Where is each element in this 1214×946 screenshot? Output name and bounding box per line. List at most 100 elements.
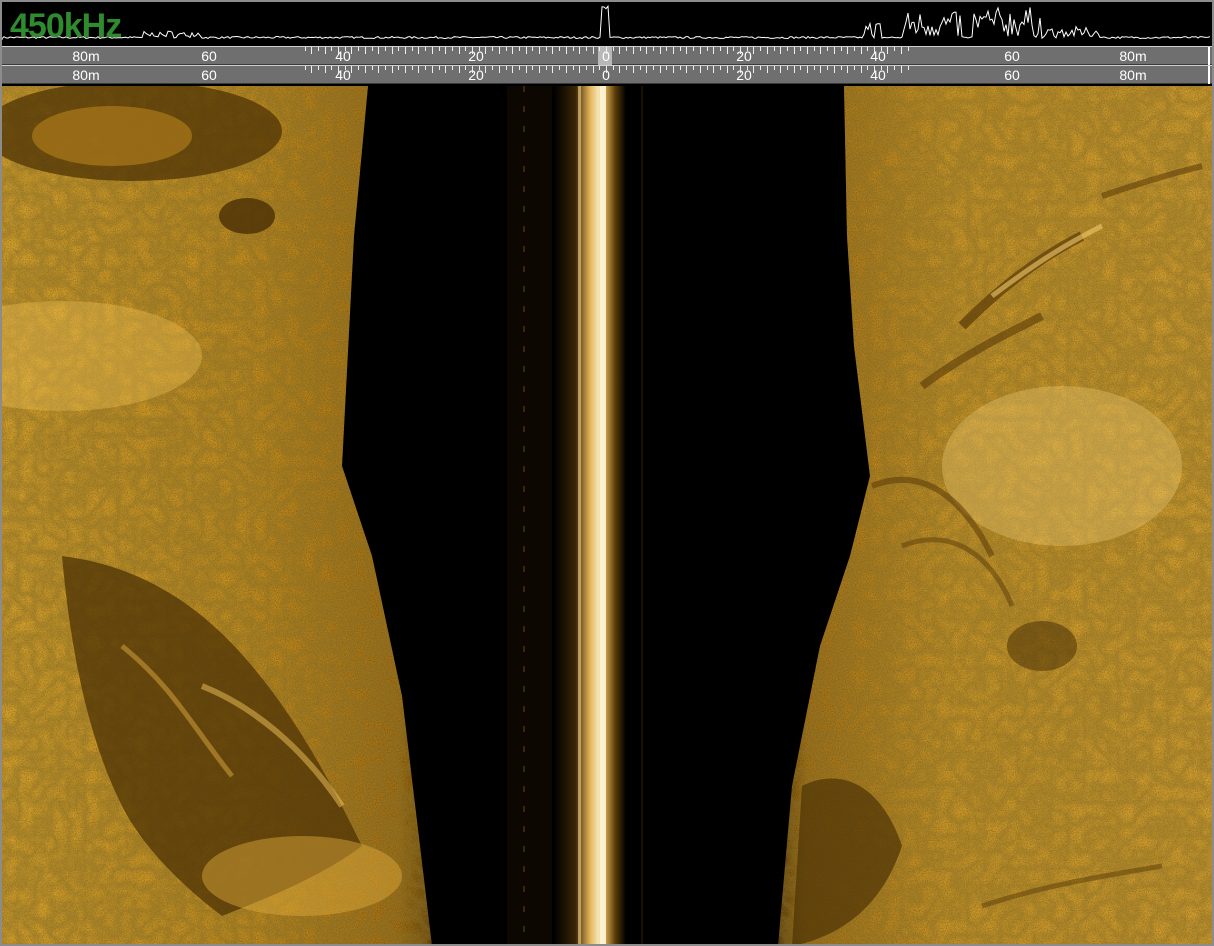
- ruler-tick: [324, 66, 326, 73]
- range-ruler-bottom[interactable]: 80m 60 40 20 0 20 40 60 80m: [2, 65, 1212, 84]
- ruler-tick: [478, 47, 480, 51]
- ruler-tick: [304, 47, 306, 51]
- ruler-tick: [619, 66, 621, 73]
- ruler-tick: [445, 47, 447, 54]
- ruler-tick: [880, 66, 882, 70]
- ruler-tick: [679, 66, 681, 70]
- ruler-tick: [371, 47, 373, 51]
- ruler-tick: [552, 66, 554, 73]
- ruler-tick: [867, 47, 869, 51]
- ruler-end-marker: [1208, 66, 1210, 84]
- signal-trace: [2, 4, 1211, 40]
- ruler-tick: [431, 66, 433, 73]
- ruler-tick: [606, 66, 607, 73]
- ruler-tick: [338, 47, 339, 54]
- ruler-tick: [753, 47, 755, 54]
- ruler-tick: [706, 47, 708, 51]
- ruler-tick: [780, 66, 782, 73]
- ruler-tick: [331, 66, 333, 70]
- ruler-tick: [472, 47, 473, 54]
- ruler-tick: [632, 47, 634, 54]
- ruler-tick: [505, 47, 507, 51]
- ruler-tick: [572, 47, 574, 51]
- ruler-tick: [874, 66, 875, 73]
- ruler-tick: [599, 66, 601, 70]
- ruler-label: 60: [1004, 48, 1020, 64]
- ruler-tick: [719, 47, 721, 51]
- side-scan-sonar-image[interactable]: [2, 86, 1212, 944]
- ruler-label: 40: [870, 67, 886, 83]
- range-ruler-top[interactable]: 80m 60 40 20 0 20 40 60 80m: [2, 46, 1212, 65]
- ruler-tick: [860, 66, 862, 73]
- ruler-tick: [351, 47, 353, 54]
- ruler-tick: [532, 47, 534, 51]
- ruler-label: 80m: [72, 67, 100, 83]
- ruler-label: 20: [736, 67, 752, 83]
- ruler-label: 60: [201, 67, 217, 83]
- ruler-tick: [559, 47, 561, 51]
- ruler-tick: [418, 47, 420, 54]
- ruler-tick: [606, 47, 607, 54]
- ruler-tick: [766, 66, 768, 73]
- ruler-tick: [740, 66, 741, 73]
- ruler-tick: [773, 66, 775, 70]
- ruler-tick: [451, 47, 453, 51]
- ruler-tick: [800, 66, 802, 70]
- ruler-tick: [646, 66, 648, 73]
- ruler-tick: [907, 66, 909, 70]
- ruler-tick: [766, 47, 768, 54]
- ruler-tick: [733, 66, 735, 70]
- ruler-tick: [465, 47, 467, 51]
- ruler-tick: [565, 47, 567, 54]
- ruler-tick: [679, 47, 681, 51]
- ruler-tick: [358, 66, 360, 70]
- ruler-tick: [317, 66, 319, 70]
- signal-strength-plot: 450kHz: [2, 2, 1212, 45]
- ruler-tick: [384, 66, 386, 70]
- ruler-tick: [827, 66, 829, 70]
- ruler-tick: [773, 47, 775, 51]
- ruler-tick: [492, 66, 494, 70]
- ruler-tick: [847, 66, 849, 73]
- ruler-tick: [465, 66, 467, 70]
- ruler-tick: [827, 47, 829, 51]
- ruler-tick: [438, 47, 440, 51]
- ruler-tick: [565, 66, 567, 73]
- signal-trace-line: [2, 4, 1211, 40]
- ruler-tick: [847, 47, 849, 54]
- ruler-tick: [612, 47, 614, 51]
- ruler-tick: [686, 66, 688, 73]
- water-column-port: [507, 86, 552, 944]
- ruler-tick: [786, 66, 788, 70]
- ruler-tick: [840, 47, 842, 51]
- ruler-tick: [539, 66, 540, 73]
- ruler-tick: [518, 66, 520, 70]
- ruler-label: 80m: [1119, 48, 1147, 64]
- ruler-tick: [405, 47, 406, 54]
- ruler-tick: [887, 47, 889, 54]
- ruler-tick: [525, 47, 527, 54]
- ruler-tick: [559, 66, 561, 70]
- ruler-tick: [733, 47, 735, 51]
- ruler-tick: [673, 66, 674, 73]
- ruler-tick: [545, 47, 547, 51]
- ruler-tick: [820, 47, 822, 54]
- nadir-band: [554, 86, 626, 944]
- ruler-tick: [371, 66, 373, 70]
- ruler-tick: [693, 66, 695, 70]
- ruler-tick: [405, 66, 406, 73]
- ruler-tick: [344, 47, 346, 51]
- ruler-tick: [378, 47, 380, 54]
- ruler-tick: [813, 66, 815, 70]
- ruler-tick: [867, 66, 869, 70]
- ruler-tick: [505, 66, 507, 70]
- ruler-tick: [411, 66, 413, 70]
- ruler-tick: [338, 66, 339, 73]
- ruler-tick: [726, 47, 728, 54]
- ruler-tick: [833, 66, 835, 73]
- ruler-tick: [673, 47, 674, 54]
- ruler-tick: [331, 47, 333, 51]
- ruler-tick: [418, 66, 420, 73]
- ruler-tick: [619, 47, 621, 54]
- sonar-canvas: [2, 86, 1212, 944]
